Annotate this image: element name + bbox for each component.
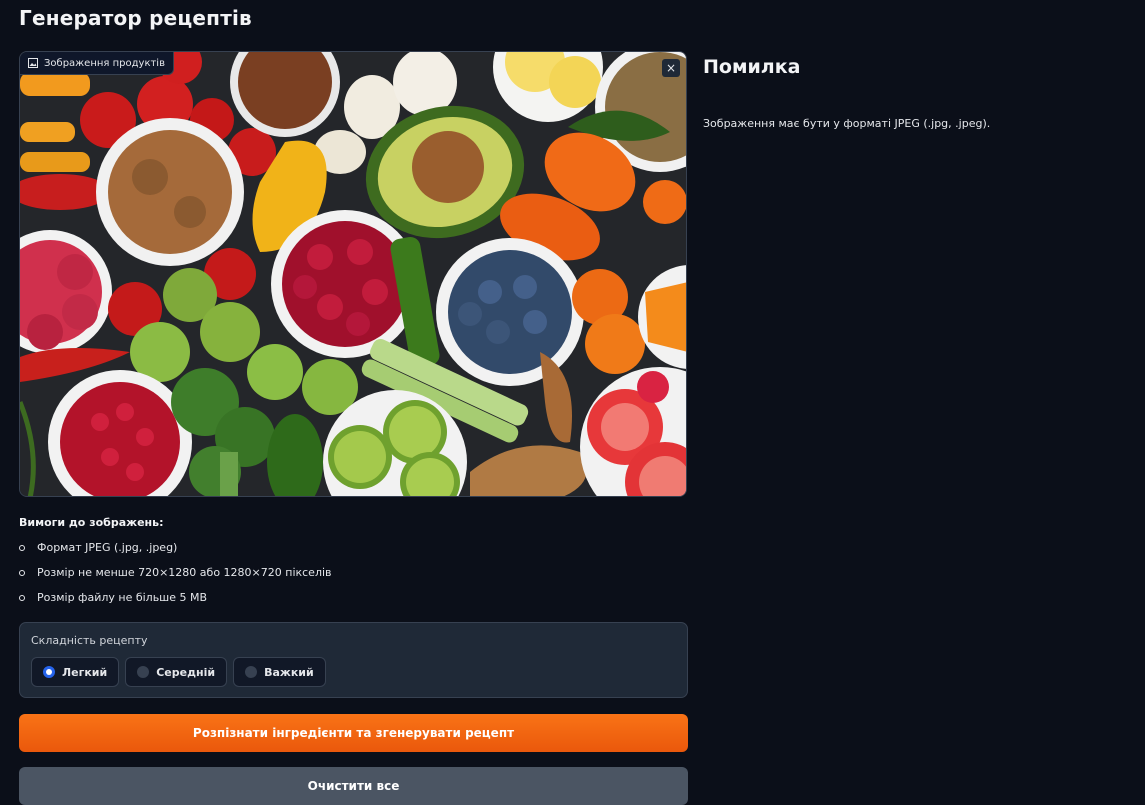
image-label: Зображення продуктів xyxy=(20,52,174,75)
list-item: Розмір файлу не більше 5 MB xyxy=(19,590,332,615)
requirement-text: Розмір файлу не більше 5 MB xyxy=(37,591,208,604)
difficulty-label: Складність рецепту xyxy=(31,634,148,647)
image-label-text: Зображення продуктів xyxy=(44,57,165,69)
page-title: Генератор рецептів xyxy=(19,6,252,30)
requirement-text: Формат JPEG (.jpg, .jpeg) xyxy=(37,541,178,554)
radio-hard[interactable]: Важкий xyxy=(233,657,326,687)
requirements-title: Вимоги до зображень: xyxy=(19,516,164,529)
radio-label: Легкий xyxy=(62,665,108,679)
radio-easy[interactable]: Легкий xyxy=(31,657,120,687)
error-title: Помилка xyxy=(703,56,801,78)
radio-unchecked-icon[interactable] xyxy=(245,666,258,678)
radio-medium[interactable]: Середній xyxy=(125,657,228,687)
image-icon xyxy=(28,58,38,68)
radio-label: Важкий xyxy=(264,665,314,679)
difficulty-options: Легкий Середній Важкий xyxy=(31,657,326,687)
radio-label: Середній xyxy=(156,665,216,679)
generate-recipe-button[interactable]: Розпізнати інгредієнти та згенерувати ре… xyxy=(19,714,688,752)
radio-unchecked-icon[interactable] xyxy=(137,666,150,678)
requirements-list: Формат JPEG (.jpg, .jpeg) Розмір не менш… xyxy=(19,540,332,615)
error-message: Зображення має бути у форматі JPEG (.jpg… xyxy=(703,117,991,130)
list-item: Розмір не менше 720×1280 або 1280×720 пі… xyxy=(19,565,332,590)
clear-all-button[interactable]: Очистити все xyxy=(19,767,688,805)
list-item: Формат JPEG (.jpg, .jpeg) xyxy=(19,540,332,565)
bullet-icon xyxy=(19,545,25,551)
food-image xyxy=(20,52,686,496)
bullet-icon xyxy=(19,570,25,576)
difficulty-group: Складність рецепту Легкий Середній Важки… xyxy=(19,622,688,698)
image-preview[interactable]: Зображення продуктів × xyxy=(19,51,687,497)
requirement-text: Розмір не менше 720×1280 або 1280×720 пі… xyxy=(37,566,332,579)
close-icon[interactable]: × xyxy=(662,59,680,77)
radio-checked-icon[interactable] xyxy=(43,666,55,678)
bullet-icon xyxy=(19,595,25,601)
